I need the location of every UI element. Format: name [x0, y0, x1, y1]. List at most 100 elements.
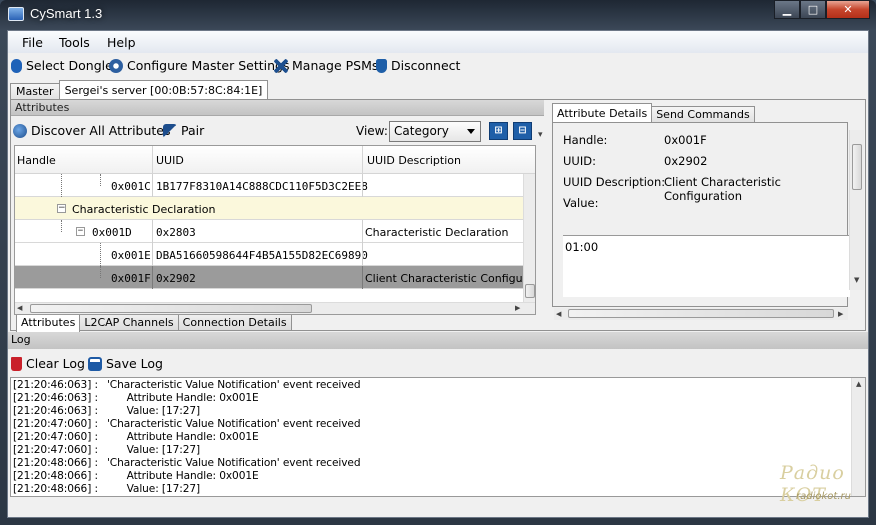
select-dongle-button[interactable]: Select Dongle: [11, 58, 113, 73]
log-line: [21:20:48:066] : Value: [17:27]: [13, 483, 200, 495]
scroll-down-icon[interactable]: ▼: [854, 276, 859, 284]
log-timestamp: [21:20:48:066] :: [13, 483, 98, 495]
row-uuid: 0x2902: [156, 272, 196, 285]
log-output[interactable]: [21:20:46:063] : 'Characteristic Value No…: [10, 377, 866, 497]
tab-connection-details[interactable]: Connection Details: [177, 315, 292, 331]
row-handle: 0x001C: [111, 180, 151, 193]
floppy-icon: [88, 356, 102, 371]
log-timestamp: [21:20:47:060] :: [13, 444, 98, 456]
details-box: Handle: 0x001F UUID: 0x2902 UUID Descrip…: [552, 122, 850, 307]
log-timestamp: [21:20:48:066] :: [13, 457, 98, 469]
view-label: View:: [356, 124, 388, 138]
toolbar-overflow-icon[interactable]: ▾: [538, 130, 543, 140]
log-message: Attribute Handle: 0x001E: [107, 392, 259, 404]
save-log-button[interactable]: Save Log: [88, 356, 163, 371]
group-label: Characteristic Declaration: [72, 203, 216, 216]
close-button[interactable]: ✕: [826, 0, 870, 19]
collapse-node-icon[interactable]: −: [76, 227, 85, 236]
log-line: [21:20:46:063] : Attribute Handle: 0x001…: [13, 392, 259, 404]
grid-hscroll-thumb[interactable]: [30, 304, 312, 313]
save-log-label: Save Log: [106, 356, 163, 371]
minimize-button[interactable]: ▁: [774, 0, 800, 19]
attributes-toolbar: Discover All Attributes Pair View: Categ…: [11, 117, 544, 143]
menu-bar: File Tools Help: [8, 31, 868, 53]
details-horizontal-scrollbar[interactable]: ◀ ▶: [554, 308, 848, 320]
scroll-up-icon[interactable]: ▲: [856, 380, 861, 388]
log-line: [21:20:46:063] : 'Characteristic Value No…: [13, 379, 361, 391]
tab-send-commands[interactable]: Send Commands: [651, 106, 755, 123]
grid-vertical-scrollbar[interactable]: [523, 174, 535, 304]
table-row[interactable]: 0x001C 1B177F8310A14C888CDC110F5D3C2EE8: [15, 174, 535, 197]
column-uuid-description[interactable]: UUID Description: [367, 154, 461, 167]
scroll-right-icon[interactable]: ▶: [515, 304, 520, 312]
tab-server[interactable]: Sergei's server [00:0B:57:8C:84:1E]: [58, 80, 269, 100]
details-tabs: Attribute Details Send Commands: [552, 103, 755, 123]
app-window: CySmart 1.3 ▁ □ ✕ File Tools Help Select…: [0, 0, 876, 525]
log-line: [21:20:48:066] : 'Characteristic Value No…: [13, 457, 361, 469]
expand-icon: ⊞: [494, 125, 503, 136]
menu-file[interactable]: File: [22, 35, 43, 50]
watermark-url: radiokot.ru: [796, 491, 851, 502]
view-select-value: Category: [394, 124, 449, 138]
value-field[interactable]: 01:00: [563, 235, 850, 297]
table-row[interactable]: 0x001E DBA51660598644F4B5A155D82EC69890: [15, 243, 535, 266]
log-message: Attribute Handle: 0x001E: [107, 431, 259, 443]
log-line: [21:20:47:060] : Attribute Handle: 0x001…: [13, 431, 259, 443]
log-timestamp: [21:20:46:063] :: [13, 392, 98, 404]
scroll-right-icon[interactable]: ▶: [838, 310, 843, 318]
grid-horizontal-scrollbar[interactable]: ◀ ▶: [15, 302, 535, 314]
attributes-title: Attributes: [11, 100, 544, 116]
row-uuid: DBA51660598644F4B5A155D82EC69890: [156, 249, 368, 262]
uuid-description-value: Client Characteristic Configuration: [664, 175, 781, 203]
log-timestamp: [21:20:47:060] :: [13, 431, 98, 443]
table-group-row[interactable]: − Characteristic Declaration: [15, 197, 535, 220]
attributes-grid: Handle UUID UUID Description 0x001C 1B17…: [14, 145, 536, 315]
client-area: File Tools Help Select Dongle Configure …: [7, 30, 869, 518]
uuid-label: UUID:: [563, 154, 596, 168]
log-line: [21:20:46:063] : Value: [17:27]: [13, 405, 200, 417]
pair-button[interactable]: Pair: [163, 123, 204, 138]
maximize-button[interactable]: □: [800, 0, 826, 19]
table-row[interactable]: − 0x001D 0x2803 Characteristic Declarati…: [15, 220, 535, 243]
main-toolbar: Select Dongle Configure Master Settings …: [8, 54, 868, 78]
uuid-description-label: UUID Description:: [563, 175, 666, 189]
table-row-selected[interactable]: 0x001F 0x2902 Client Characteristic Conf…: [15, 266, 535, 289]
log-timestamp: [21:20:48:066] :: [13, 470, 98, 482]
view-select[interactable]: Category: [389, 121, 481, 142]
log-title: Log: [8, 332, 868, 349]
scroll-left-icon[interactable]: ◀: [556, 310, 561, 318]
collapse-node-icon[interactable]: −: [57, 204, 66, 213]
configure-master-settings-label: Configure Master Settings: [127, 58, 290, 73]
log-toolbar: Clear Log Save Log: [8, 351, 868, 375]
discover-all-attributes-button[interactable]: Discover All Attributes: [13, 123, 171, 138]
grid-header: Handle UUID UUID Description: [15, 146, 535, 174]
handle-value: 0x001F: [664, 133, 707, 147]
tab-l2cap-channels[interactable]: L2CAP Channels: [79, 315, 179, 331]
log-message: Value: [17:27]: [107, 405, 201, 417]
expand-all-button[interactable]: ⊞: [489, 122, 508, 140]
clear-log-button[interactable]: Clear Log: [11, 356, 85, 371]
column-uuid[interactable]: UUID: [156, 154, 184, 167]
scroll-left-icon[interactable]: ◀: [17, 304, 22, 312]
grid-vscroll-thumb[interactable]: [525, 284, 535, 298]
log-message: 'Characteristic Value Notification' even…: [107, 457, 361, 469]
column-handle[interactable]: Handle: [17, 154, 56, 167]
attribute-details-panel: Attribute Details Send Commands Handle: …: [552, 103, 868, 329]
details-vscroll-thumb[interactable]: [852, 144, 862, 190]
details-hscroll-thumb[interactable]: [568, 309, 834, 318]
tab-attribute-details[interactable]: Attribute Details: [552, 103, 653, 123]
row-uuid: 1B177F8310A14C888CDC110F5D3C2EE8: [156, 180, 368, 193]
log-line: [21:20:47:060] : 'Characteristic Value No…: [13, 418, 361, 430]
manage-psms-button[interactable]: Manage PSMs: [274, 58, 378, 73]
tab-attributes[interactable]: Attributes: [16, 315, 81, 333]
tab-master[interactable]: Master: [10, 83, 60, 100]
configure-master-settings-button[interactable]: Configure Master Settings: [109, 58, 290, 73]
menu-tools[interactable]: Tools: [59, 35, 90, 50]
menu-help[interactable]: Help: [107, 35, 136, 50]
select-dongle-label: Select Dongle: [26, 58, 113, 73]
uuid-value: 0x2902: [664, 154, 708, 168]
disconnect-button[interactable]: Disconnect: [376, 58, 460, 73]
collapse-all-button[interactable]: ⊟: [513, 122, 532, 140]
log-timestamp: [21:20:46:063] :: [13, 405, 98, 417]
details-vertical-scrollbar[interactable]: ▼: [849, 130, 864, 290]
